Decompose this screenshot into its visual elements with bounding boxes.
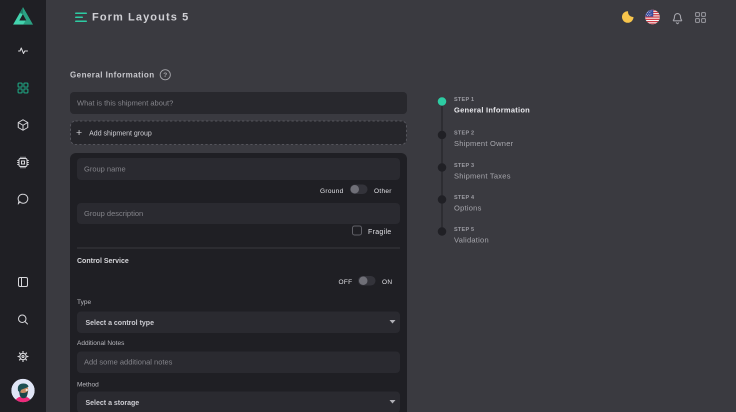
svg-text:?: ? [163,72,167,79]
